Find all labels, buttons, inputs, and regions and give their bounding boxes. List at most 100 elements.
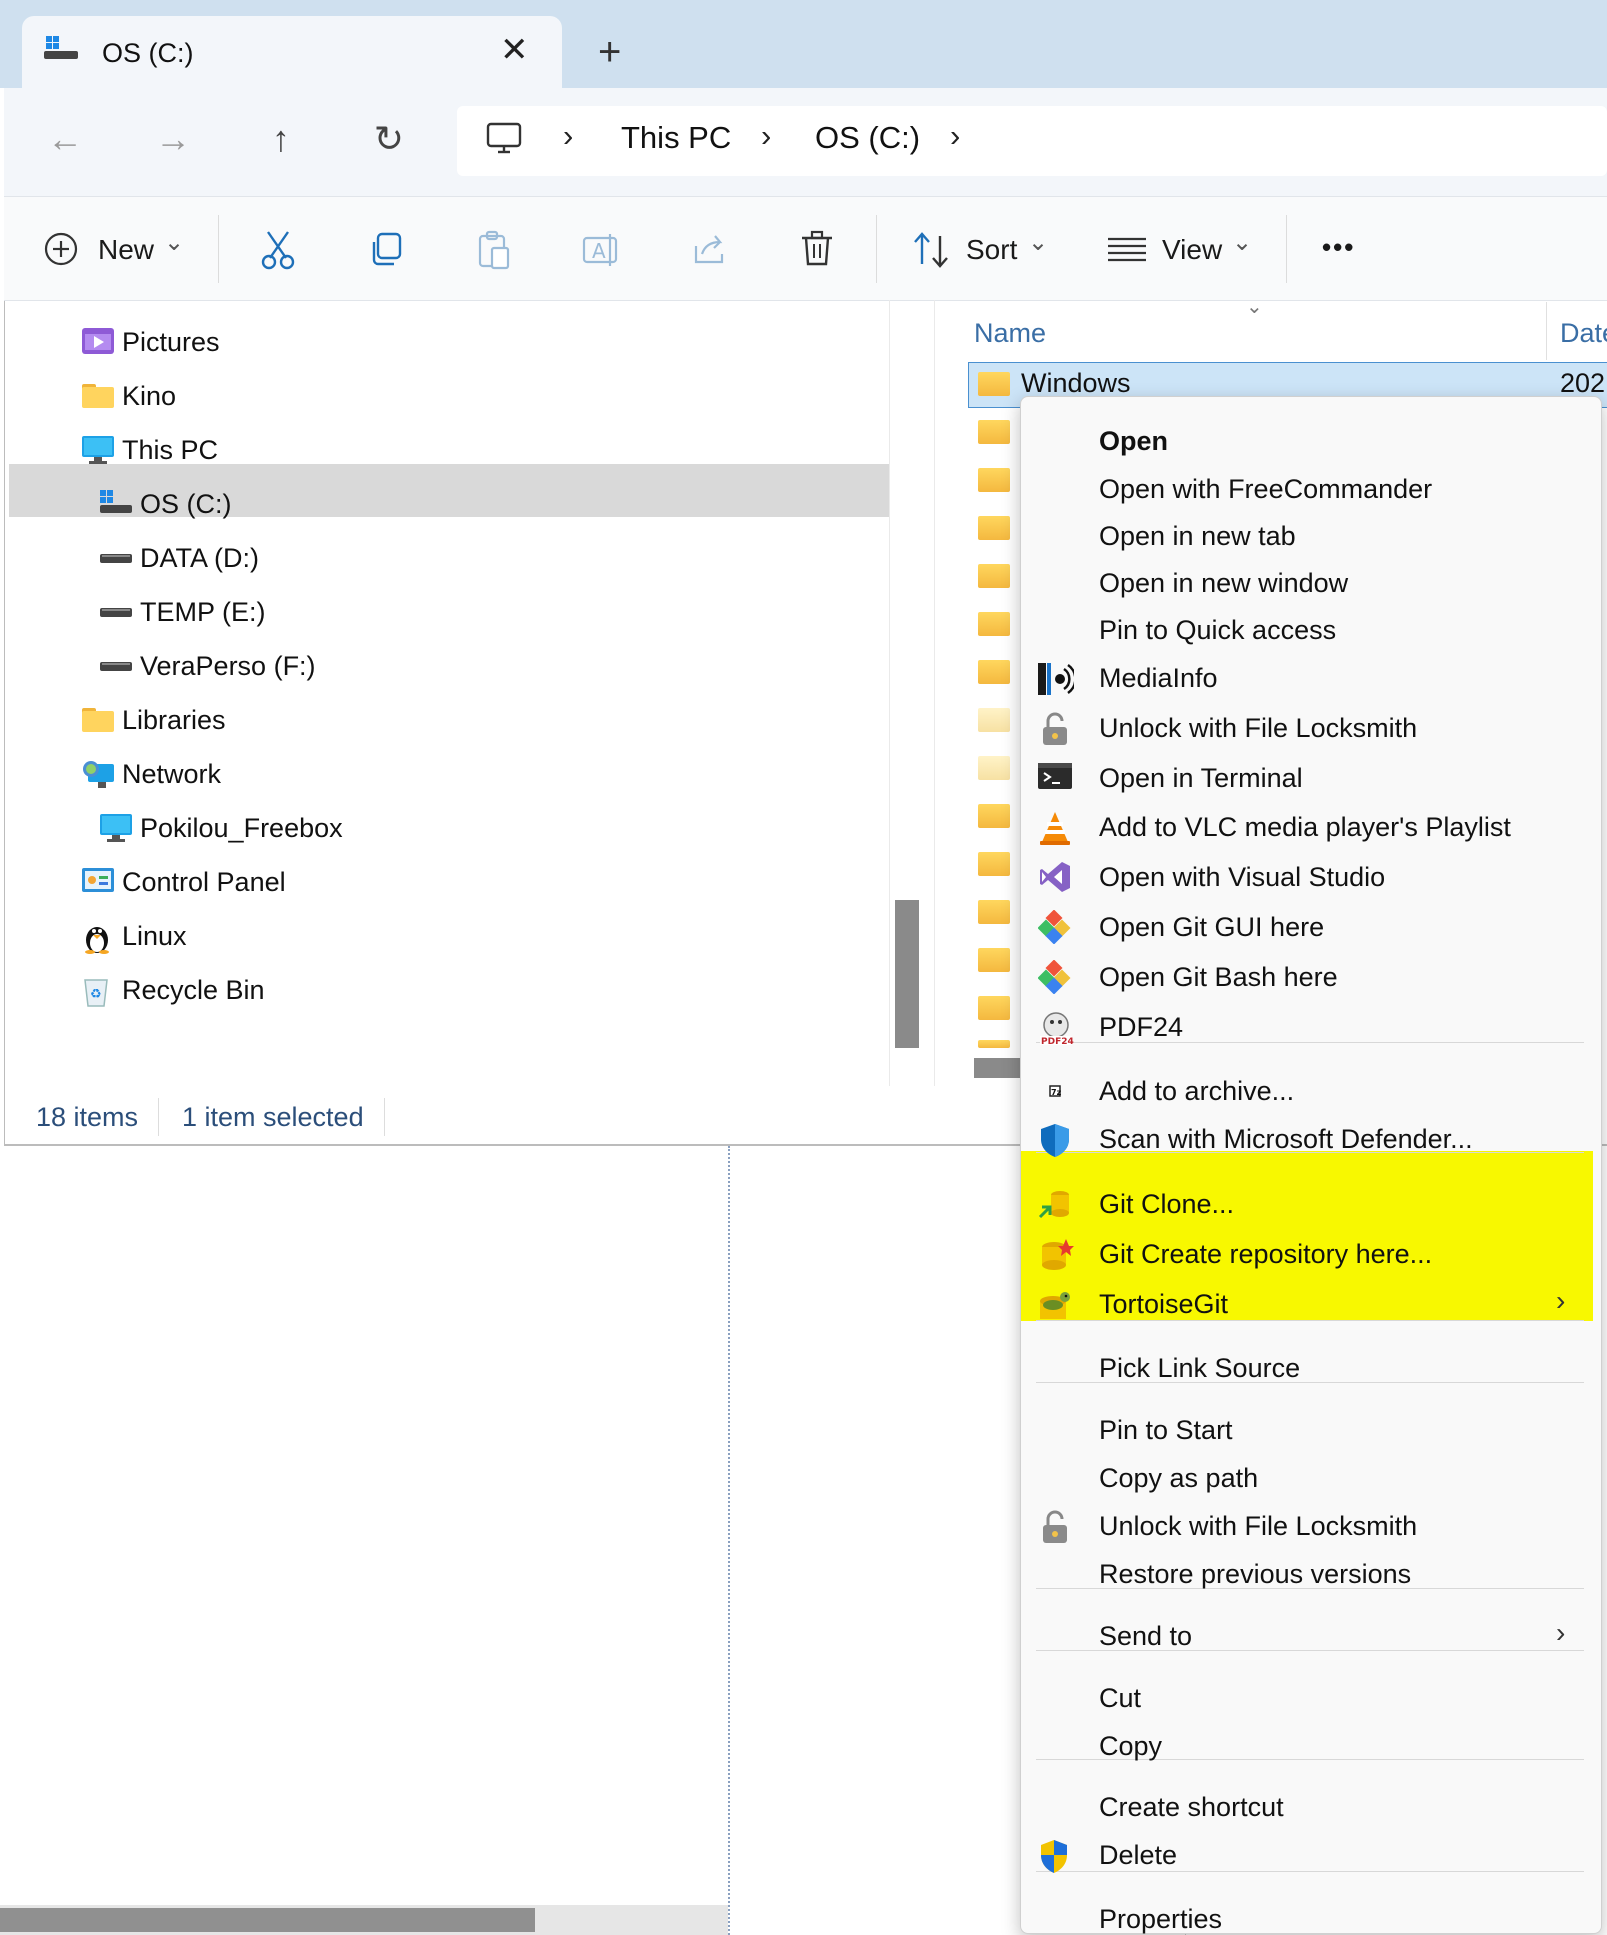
sort-button[interactable]: Sort [966,234,1017,266]
sidebar-item-label[interactable]: DATA (D:) [140,543,259,574]
chevron-down-icon[interactable]: ⌄ [164,228,184,257]
view-lines-icon[interactable] [1108,236,1146,262]
menu-item[interactable]: Open [1099,426,1168,457]
pane-divider[interactable] [889,300,890,1086]
rename-icon[interactable]: A [582,232,622,268]
menu-item[interactable]: TortoiseGit [1099,1289,1228,1320]
breadcrumb-this-pc[interactable]: This PC [621,120,731,156]
folder-icon[interactable] [978,756,1010,780]
new-plus-icon[interactable] [44,232,78,266]
chevron-down-icon[interactable]: ⌄ [1232,228,1252,257]
sidebar-item-label[interactable]: Network [122,759,221,790]
folder-icon[interactable] [978,420,1010,444]
menu-item[interactable]: Restore previous versions [1099,1559,1411,1590]
toolbar-divider [1286,215,1287,283]
close-tab-icon[interactable]: ✕ [500,30,529,70]
menu-item[interactable]: Pin to Quick access [1099,615,1336,646]
folder-icon[interactable] [978,564,1010,588]
menu-item[interactable]: Send to [1099,1621,1192,1652]
menu-item[interactable]: Open Git Bash here [1099,962,1338,993]
breadcrumb-separator-icon[interactable]: › [950,118,960,154]
breadcrumb-separator-icon[interactable]: › [761,118,771,154]
menu-item[interactable]: Cut [1099,1683,1141,1714]
column-header-date[interactable]: Date [1560,318,1607,349]
sidebar-item-label[interactable]: This PC [122,435,218,466]
menu-item[interactable]: Git Create repository here... [1099,1239,1432,1270]
sidebar-item-label[interactable]: TEMP (E:) [140,597,266,628]
share-icon[interactable] [692,232,728,268]
menu-item[interactable]: Copy as path [1099,1463,1258,1494]
menu-item[interactable]: Open in Terminal [1099,763,1303,794]
menu-item[interactable]: Unlock with File Locksmith [1099,1511,1417,1542]
defender-shield-icon [1038,1122,1072,1157]
menu-item[interactable]: Properties [1099,1904,1222,1935]
folder-icon[interactable] [978,900,1010,924]
delete-trash-icon[interactable] [800,230,834,268]
file-name[interactable]: Windows [1021,368,1131,399]
sidebar-item-label[interactable]: Libraries [122,705,226,736]
menu-item[interactable]: Open with FreeCommander [1099,474,1432,505]
sidebar-item-label[interactable]: VeraPerso (F:) [140,651,316,682]
menu-item[interactable]: Pick Link Source [1099,1353,1300,1384]
folder-icon[interactable] [978,804,1010,828]
menu-item[interactable]: Add to archive... [1099,1076,1294,1107]
sidebar-item-label[interactable]: Pokilou_Freebox [140,813,343,844]
menu-item[interactable]: Scan with Microsoft Defender... [1099,1124,1473,1155]
more-options-icon[interactable]: ••• [1322,232,1355,263]
submenu-arrow-icon[interactable]: › [1556,1285,1565,1317]
menu-item[interactable]: Unlock with File Locksmith [1099,713,1417,744]
sidebar-scrollbar[interactable] [895,900,919,1048]
sidebar-item-label[interactable]: OS (C:) [140,489,232,520]
sidebar-item-label[interactable]: Pictures [122,327,220,358]
forward-icon[interactable]: → [148,118,198,160]
folder-icon[interactable] [978,948,1010,972]
menu-item[interactable]: Open with Visual Studio [1099,862,1385,893]
up-icon[interactable]: ↑ [256,118,306,160]
sidebar-item-label[interactable]: Control Panel [122,867,286,898]
new-tab-icon[interactable]: + [598,30,621,75]
computer-icon [100,814,132,847]
paste-icon[interactable] [476,230,512,270]
folder-icon[interactable] [978,516,1010,540]
menu-item[interactable]: Add to VLC media player's Playlist [1099,812,1511,843]
folder-icon[interactable] [978,996,1010,1020]
pane-splitter[interactable] [728,1146,733,1935]
refresh-icon[interactable]: ↻ [364,118,414,160]
bottom-scrollbar-thumb[interactable] [0,1908,535,1932]
folder-icon[interactable] [978,852,1010,876]
menu-item[interactable]: Delete [1099,1840,1177,1871]
status-item-count: 18 items [36,1102,139,1132]
sidebar-item-label[interactable]: Kino [122,381,176,412]
sidebar-item-label[interactable]: Recycle Bin [122,975,265,1006]
submenu-arrow-icon[interactable]: › [1556,1617,1565,1649]
menu-item[interactable]: PDF24 [1099,1012,1183,1043]
chevron-down-icon[interactable]: ⌄ [1028,228,1048,257]
new-button[interactable]: New [98,234,154,266]
back-icon[interactable]: ← [40,118,90,160]
folder-icon[interactable] [978,468,1010,492]
tortoisegit-clone-icon [1038,1187,1072,1221]
menu-item[interactable]: MediaInfo [1099,663,1218,694]
column-header-name[interactable]: Name [974,318,1046,349]
menu-item[interactable]: Open in new window [1099,568,1348,599]
terminal-icon [1038,761,1072,795]
folder-icon[interactable] [978,1040,1010,1048]
list-horizontal-scrollbar[interactable] [974,1058,1024,1078]
menu-item[interactable]: Copy [1099,1731,1162,1762]
menu-item[interactable]: Pin to Start [1099,1415,1233,1446]
sidebar-item-label[interactable]: Linux [122,921,187,952]
sort-arrows-icon[interactable] [912,232,952,268]
cut-icon[interactable] [260,230,296,270]
menu-item[interactable]: Create shortcut [1099,1792,1284,1823]
view-button[interactable]: View [1162,234,1222,266]
folder-icon[interactable] [978,612,1010,636]
copy-icon[interactable] [368,232,404,268]
folder-icon[interactable] [978,660,1010,684]
menu-item[interactable]: Git Clone... [1099,1189,1234,1220]
menu-item[interactable]: Open in new tab [1099,521,1296,552]
breadcrumb-os-c[interactable]: OS (C:) [815,120,920,156]
folder-icon[interactable] [978,708,1010,732]
breadcrumb-separator-icon[interactable]: › [563,118,573,154]
menu-item[interactable]: Open Git GUI here [1099,912,1324,943]
column-divider[interactable] [1546,302,1547,360]
